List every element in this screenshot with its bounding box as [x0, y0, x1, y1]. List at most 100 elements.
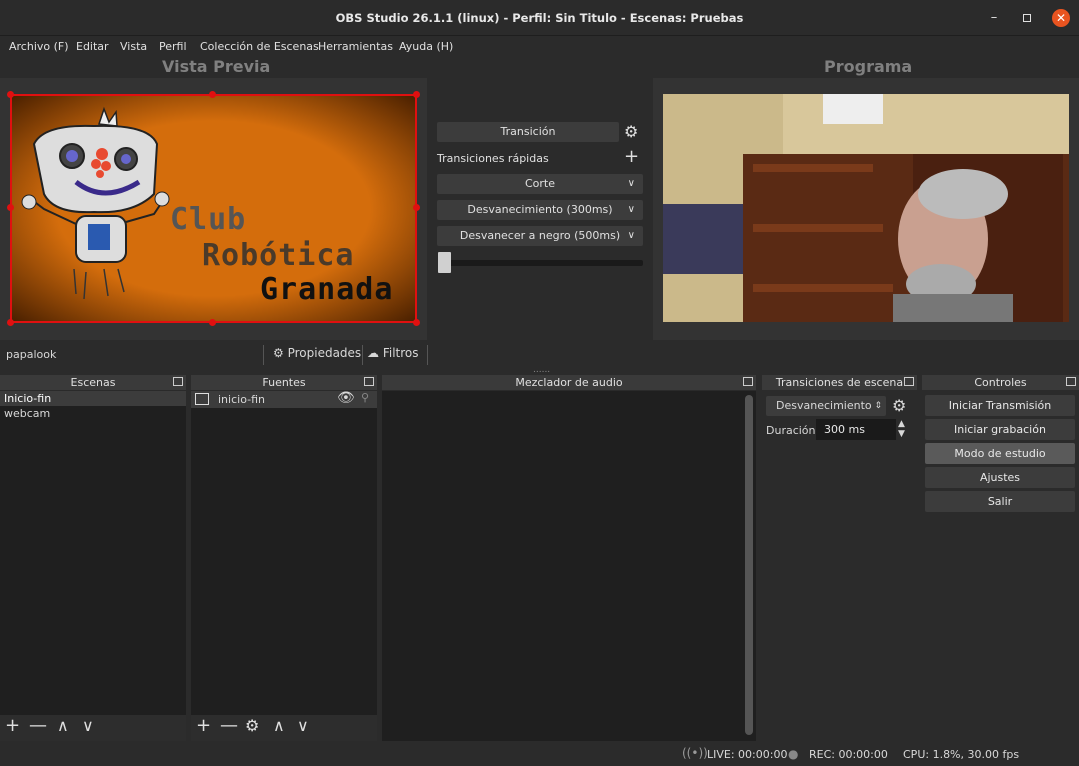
undock-icon[interactable] [364, 377, 374, 386]
transition-button[interactable]: Transición [437, 122, 619, 142]
move-up-icon[interactable]: ∧ [273, 716, 285, 735]
scenes-dock: Escenas Inicio-fin webcam + — ∧ ∨ [0, 375, 186, 741]
source-item[interactable]: inicio-fin 👁 ⚲ [191, 390, 377, 408]
gear-icon[interactable]: ⚙ [892, 396, 906, 415]
move-down-icon[interactable]: ∨ [297, 716, 309, 735]
cpu-status: CPU: 1.8%, 30.00 fps [903, 748, 1020, 761]
stepper-up-icon[interactable]: ▲ [898, 419, 905, 429]
sources-dock-title: Fuentes [191, 375, 377, 390]
resize-handle-tr[interactable] [413, 91, 420, 98]
remove-icon[interactable]: — [29, 715, 47, 736]
menu-editar[interactable]: Editar [76, 40, 109, 53]
exit-button[interactable]: Salir [925, 491, 1075, 512]
menu-herramientas[interactable]: Herramientas [318, 40, 393, 53]
chevron-down-icon: ∨ [627, 178, 635, 189]
scrollbar[interactable] [745, 395, 753, 735]
splitter-handle[interactable]: ...... [533, 365, 550, 375]
menu-perfil[interactable]: Perfil [159, 40, 187, 53]
filters-button[interactable]: ☁ Filtros [367, 346, 419, 360]
eye-icon[interactable]: 👁 [337, 390, 355, 406]
resize-handle-l[interactable] [7, 204, 14, 211]
start-streaming-button[interactable]: Iniciar Transmisión [925, 395, 1075, 416]
transition-select-value: Desvanecimiento [776, 399, 872, 412]
maximize-icon [1023, 14, 1031, 22]
quick-transition-label: Desvanecer a negro (500ms) [459, 229, 621, 242]
sources-list: inicio-fin 👁 ⚲ [191, 390, 377, 715]
undock-icon[interactable] [173, 377, 183, 386]
properties-label: Propiedades [287, 346, 362, 360]
chevron-down-icon: ∨ [627, 230, 635, 241]
filter-icon: ☁ [367, 346, 379, 360]
chevron-down-icon: ∨ [627, 204, 635, 215]
add-icon[interactable]: + [5, 715, 20, 736]
audio-mixer-dock: Mezclador de audio [382, 375, 756, 741]
move-up-icon[interactable]: ∧ [57, 716, 69, 735]
menu-bar: Archivo (F) Editar Vista Perfil Colecció… [0, 36, 1079, 58]
resize-handle-br[interactable] [413, 319, 420, 326]
resize-handle-t[interactable] [209, 91, 216, 98]
program-title: Programa [824, 57, 913, 76]
quick-transition-fade-black[interactable]: Desvanecer a negro (500ms) ∨ [437, 226, 643, 246]
quick-transition-label: Corte [524, 177, 555, 190]
resize-handle-tl[interactable] [7, 91, 14, 98]
duration-stepper[interactable]: ▲ ▼ [898, 419, 905, 439]
scene-transitions-title: Transiciones de escena [762, 375, 917, 390]
menu-ayuda[interactable]: Ayuda (H) [399, 40, 453, 53]
duration-input[interactable]: 300 ms [816, 419, 896, 440]
window-title: OBS Studio 26.1.1 (linux) - Perfil: Sin … [335, 11, 744, 25]
transition-slider-handle[interactable] [438, 252, 451, 273]
start-recording-button[interactable]: Iniciar grabación [925, 419, 1075, 440]
robot-logo-image [21, 106, 170, 300]
undock-icon[interactable] [904, 377, 914, 386]
transition-slider-track[interactable] [440, 260, 643, 266]
preview-title: Vista Previa [162, 57, 271, 76]
image-icon [195, 393, 209, 405]
resize-handle-r[interactable] [413, 204, 420, 211]
preview-canvas[interactable]: Club Robótica Granada [10, 94, 417, 323]
close-icon: ✕ [1055, 11, 1067, 25]
undock-icon[interactable] [743, 377, 753, 386]
menu-vista[interactable]: Vista [120, 40, 147, 53]
divider [362, 345, 363, 365]
undock-icon[interactable] [1066, 377, 1076, 386]
status-bar: ((•)) LIVE: 00:00:00 ● REC: 00:00:00 CPU… [0, 741, 1079, 766]
stepper-down-icon[interactable]: ▼ [898, 429, 905, 439]
transition-select[interactable]: Desvanecimiento ⇕ [766, 396, 886, 416]
filters-label: Filtros [382, 346, 419, 360]
menu-archivo[interactable]: Archivo (F) [9, 40, 69, 53]
controls-title: Controles [922, 375, 1079, 390]
minimize-button[interactable]: – [985, 9, 1003, 27]
settings-button[interactable]: Ajustes [925, 467, 1075, 488]
menu-coleccion-escenas[interactable]: Colección de Escenas [200, 40, 319, 53]
gear-icon[interactable]: ⚙ [245, 716, 259, 735]
scene-item[interactable]: webcam [0, 406, 186, 421]
resize-handle-b[interactable] [209, 319, 216, 326]
remove-icon[interactable]: — [220, 715, 238, 736]
selected-source-name: papalook [6, 348, 57, 361]
gear-icon[interactable]: ⚙ [624, 122, 638, 141]
move-down-icon[interactable]: ∨ [82, 716, 94, 735]
sources-dock: Fuentes inicio-fin 👁 ⚲ + — ⚙ ∧ ∨ [191, 375, 377, 741]
scene-item[interactable]: Inicio-fin [0, 391, 186, 406]
record-dot-icon: ● [788, 747, 799, 761]
scenes-list: Inicio-fin webcam [0, 391, 186, 715]
lock-icon[interactable]: ⚲ [361, 391, 369, 404]
studio-mode-button[interactable]: Modo de estudio [925, 443, 1075, 464]
resize-handle-bl[interactable] [7, 319, 14, 326]
scenes-dock-title: Escenas [0, 375, 186, 390]
source-item-label: inicio-fin [218, 393, 265, 406]
quick-transition-cut[interactable]: Corte ∨ [437, 174, 643, 194]
add-quick-transition-icon[interactable]: + [624, 146, 639, 167]
title-bar: OBS Studio 26.1.1 (linux) - Perfil: Sin … [0, 0, 1079, 36]
quick-transition-fade[interactable]: Desvanecimiento (300ms) ∨ [437, 200, 643, 220]
scene-transitions-dock: Transiciones de escena Desvanecimiento ⇕ … [762, 375, 917, 741]
audio-mixer-body [382, 391, 756, 741]
add-icon[interactable]: + [196, 715, 211, 736]
live-status: LIVE: 00:00:00 [707, 748, 788, 761]
audio-mixer-title: Mezclador de audio [382, 375, 756, 390]
close-button[interactable]: ✕ [1052, 9, 1070, 27]
maximize-button[interactable] [1018, 9, 1036, 27]
properties-button[interactable]: ⚙ Propiedades [273, 346, 361, 360]
divider [427, 345, 428, 365]
duration-label: Duración [766, 424, 816, 437]
